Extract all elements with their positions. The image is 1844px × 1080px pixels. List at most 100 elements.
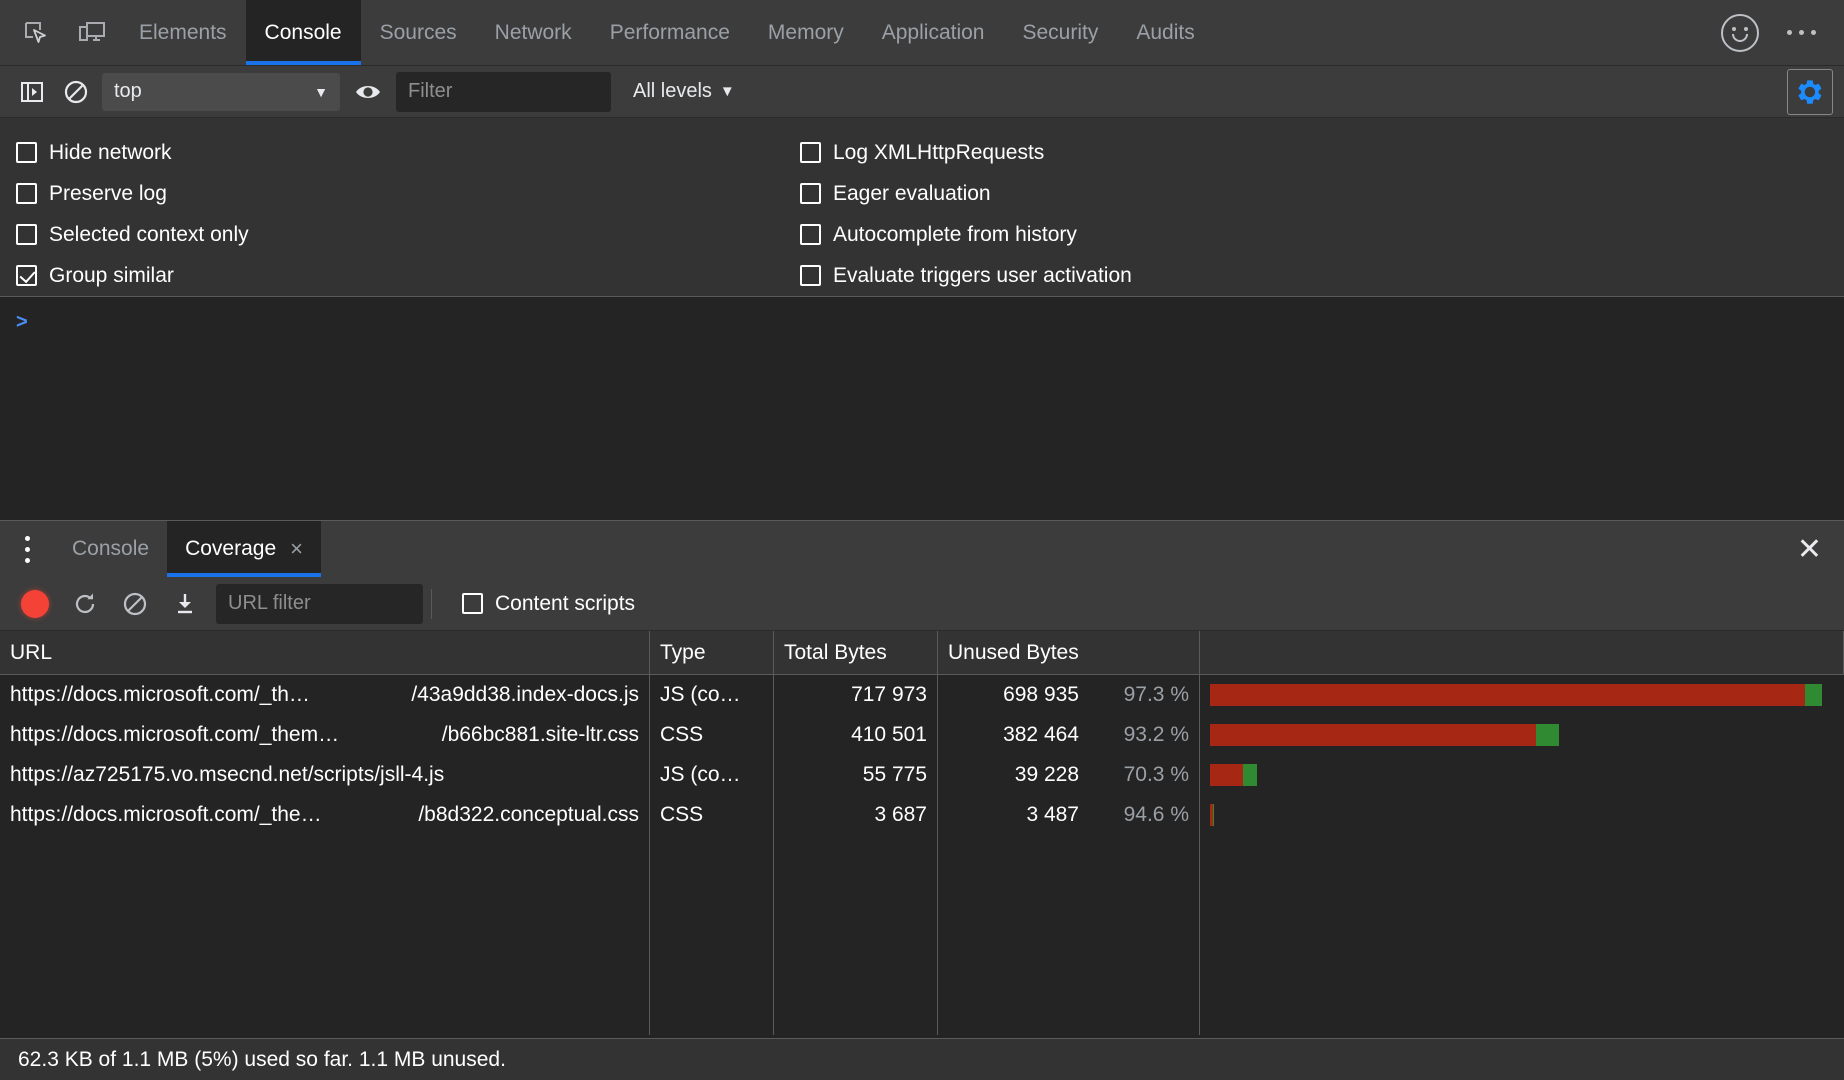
setting-label: Selected context only (49, 223, 249, 247)
chevron-down-icon: ▼ (314, 84, 328, 100)
url-filter-placeholder: URL filter (228, 592, 311, 615)
chevron-down-icon: ▼ (720, 83, 735, 100)
main-tab-label: Sources (380, 21, 457, 45)
url-prefix: https://az725175.vo.msecnd.net/scripts/j… (10, 763, 444, 787)
drawer-more-tabs-icon[interactable] (0, 521, 54, 577)
console-settings-gear-icon[interactable] (1788, 70, 1832, 114)
url-prefix: https://docs.microsoft.com/_them… (10, 723, 339, 747)
drawer-tab-console[interactable]: Console (54, 521, 167, 577)
console-filter-placeholder: Filter (408, 80, 452, 103)
checkbox-icon[interactable] (16, 142, 37, 163)
url-suffix: /43a9dd38.index-docs.js (411, 683, 639, 707)
console-filter-input[interactable]: Filter (396, 72, 611, 112)
checkbox-icon[interactable] (16, 224, 37, 245)
url-prefix: https://docs.microsoft.com/_the… (10, 803, 322, 827)
setting-preserve-log[interactable]: Preserve log (16, 173, 922, 214)
main-tab-label: Audits (1136, 21, 1194, 45)
main-tab-audits[interactable]: Audits (1117, 0, 1213, 65)
coverage-table: URL Type Total Bytes Unused Bytes https:… (0, 631, 1844, 1038)
checkbox-icon[interactable] (800, 183, 821, 204)
checkbox-icon[interactable] (800, 224, 821, 245)
cell-coverage-bar (1200, 715, 1844, 755)
main-tab-security[interactable]: Security (1003, 0, 1117, 65)
execution-context-select[interactable]: top ▼ (102, 73, 340, 111)
column-header-total-bytes[interactable]: Total Bytes (774, 631, 938, 674)
cell-url: https://docs.microsoft.com/_the… /b8d322… (0, 795, 650, 835)
main-tab-elements[interactable]: Elements (120, 0, 246, 65)
content-scripts-label: Content scripts (495, 592, 635, 616)
drawer-close-button[interactable]: ✕ (1797, 521, 1844, 577)
coverage-bar (1210, 684, 1822, 706)
coverage-table-body: https://docs.microsoft.com/_th… /43a9dd3… (0, 675, 1844, 1038)
main-tab-label: Security (1022, 21, 1098, 45)
setting-evaluate-triggers-user-activation[interactable]: Evaluate triggers user activation (800, 255, 1700, 296)
clear-coverage-icon[interactable] (110, 582, 160, 626)
main-tab-application[interactable]: Application (863, 0, 1004, 65)
main-tab-label: Elements (139, 21, 227, 45)
smiley-feedback-icon[interactable] (1721, 14, 1759, 52)
coverage-table-header: URL Type Total Bytes Unused Bytes (0, 631, 1844, 675)
log-level-dropdown[interactable]: All levels ▼ (633, 80, 735, 103)
unused-bytes-value: 698 935 (1003, 683, 1079, 707)
reload-and-record-icon[interactable] (60, 582, 110, 626)
main-tab-bar-actions (1721, 0, 1844, 65)
setting-hide-network[interactable]: Hide network (16, 132, 922, 173)
drawer-tab-coverage[interactable]: Coverage × (167, 521, 321, 577)
setting-selected-context-only[interactable]: Selected context only (16, 214, 922, 255)
live-expression-icon[interactable] (346, 70, 390, 114)
content-scripts-checkbox[interactable]: Content scripts (462, 592, 635, 616)
setting-label: Evaluate triggers user activation (833, 264, 1132, 288)
column-header-url[interactable]: URL (0, 631, 650, 674)
table-row[interactable]: https://docs.microsoft.com/_th… /43a9dd3… (0, 675, 1844, 715)
main-tab-sources[interactable]: Sources (361, 0, 476, 65)
toolbar-divider (431, 589, 432, 619)
inspect-element-icon[interactable] (8, 0, 64, 65)
table-row[interactable]: https://docs.microsoft.com/_the… /b8d322… (0, 795, 1844, 835)
device-toolbar-icon[interactable] (64, 0, 120, 65)
checkbox-icon[interactable] (16, 183, 37, 204)
main-tab-label: Memory (768, 21, 844, 45)
show-console-sidebar-icon[interactable] (10, 70, 54, 114)
close-icon[interactable]: × (290, 538, 303, 560)
cell-url: https://docs.microsoft.com/_th… /43a9dd3… (0, 675, 650, 715)
setting-label: Autocomplete from history (833, 223, 1077, 247)
column-header-type[interactable]: Type (650, 631, 774, 674)
record-button-icon[interactable] (10, 582, 60, 626)
table-row[interactable]: https://docs.microsoft.com/_them… /b66bc… (0, 715, 1844, 755)
console-output-area[interactable]: > (0, 297, 1844, 520)
column-header-coverage-bar[interactable] (1200, 631, 1844, 674)
devtools-window: Elements Console Sources Network Perform… (0, 0, 1844, 1080)
checkbox-icon[interactable] (800, 265, 821, 286)
main-tab-console[interactable]: Console (246, 0, 361, 65)
coverage-bar (1210, 804, 1213, 826)
cell-url: https://docs.microsoft.com/_them… /b66bc… (0, 715, 650, 755)
url-filter-input[interactable]: URL filter (216, 584, 423, 624)
more-options-icon[interactable] (1781, 22, 1822, 43)
main-tab-memory[interactable]: Memory (749, 0, 863, 65)
cell-type: CSS (650, 715, 774, 755)
devtools-drawer: Console Coverage × ✕ (0, 520, 1844, 1080)
clear-console-icon[interactable] (54, 70, 98, 114)
cell-total-bytes: 3 687 (774, 795, 938, 835)
cell-url: https://az725175.vo.msecnd.net/scripts/j… (0, 755, 650, 795)
cell-unused-bytes: 3 487 94.6 % (938, 795, 1200, 835)
setting-log-xmlhttprequests[interactable]: Log XMLHttpRequests (800, 132, 1700, 173)
setting-eager-evaluation[interactable]: Eager evaluation (800, 173, 1700, 214)
main-tab-label: Application (882, 21, 985, 45)
coverage-bar (1210, 764, 1257, 786)
checkbox-icon[interactable] (800, 142, 821, 163)
main-tab-performance[interactable]: Performance (591, 0, 749, 65)
setting-autocomplete-from-history[interactable]: Autocomplete from history (800, 214, 1700, 255)
cell-type: CSS (650, 795, 774, 835)
setting-group-similar[interactable]: Group similar (16, 255, 922, 296)
drawer-tab-bar: Console Coverage × ✕ (0, 521, 1844, 577)
console-prompt-chevron: > (16, 311, 28, 333)
checkbox-checked-icon[interactable] (16, 265, 37, 286)
column-header-unused-bytes[interactable]: Unused Bytes (938, 631, 1200, 674)
main-tab-label: Performance (610, 21, 730, 45)
unused-bytes-value: 39 228 (1015, 763, 1079, 787)
export-coverage-icon[interactable] (160, 582, 210, 626)
table-row[interactable]: https://az725175.vo.msecnd.net/scripts/j… (0, 755, 1844, 795)
main-tab-network[interactable]: Network (476, 0, 591, 65)
checkbox-icon[interactable] (462, 593, 483, 614)
